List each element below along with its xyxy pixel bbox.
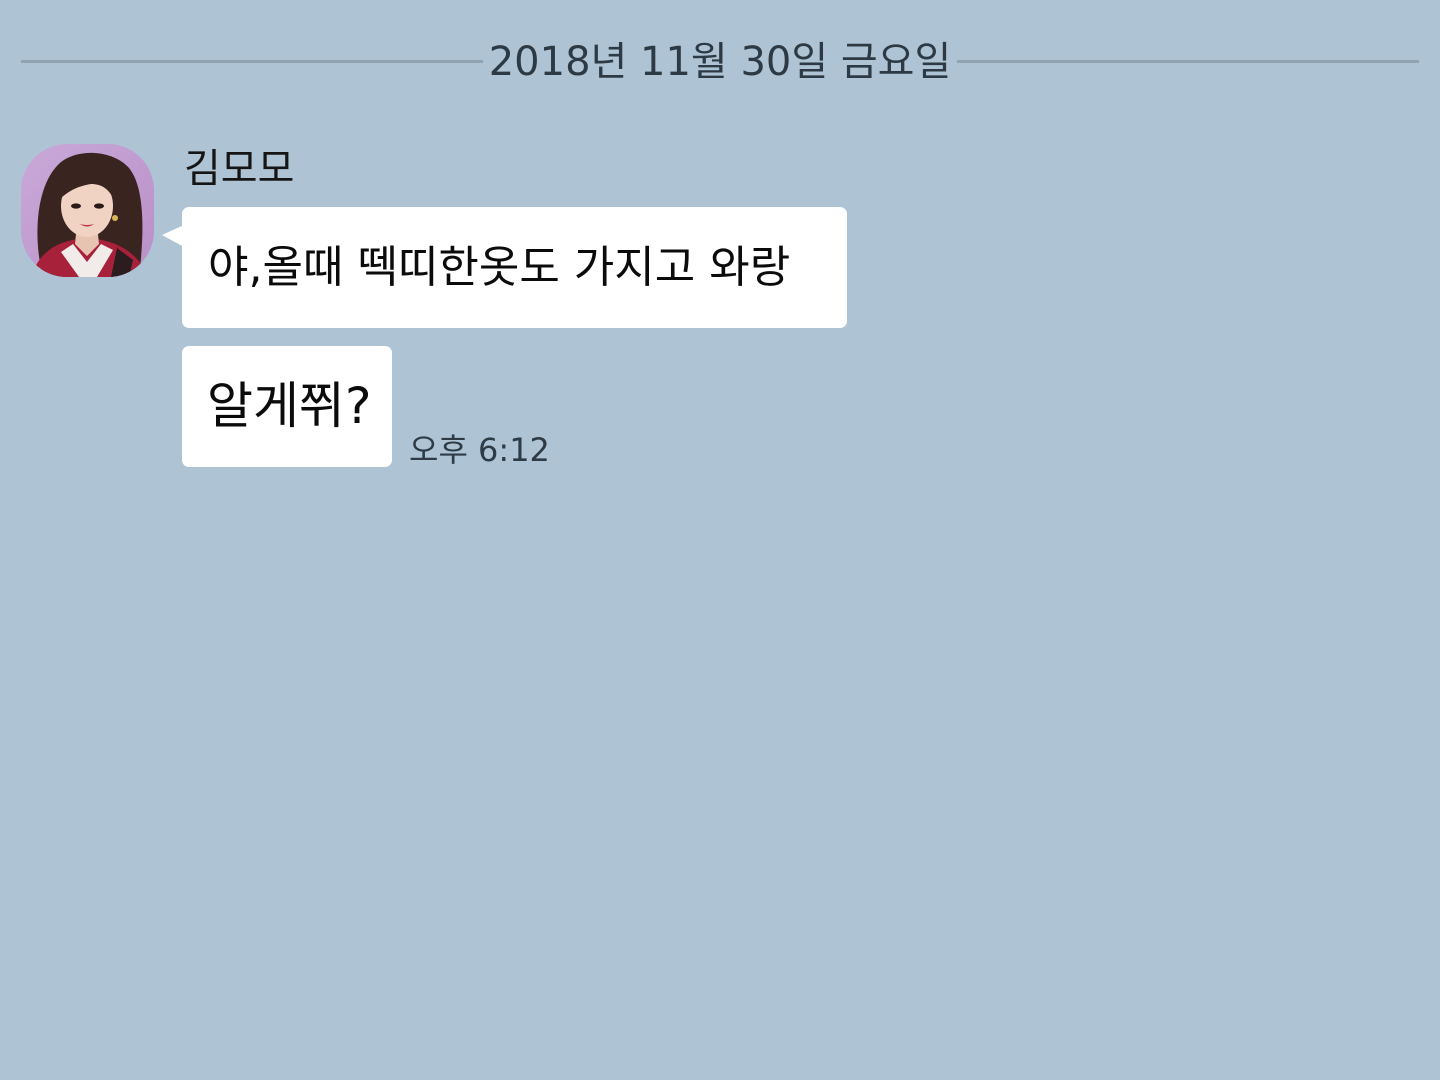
- date-divider-line-left: [21, 60, 483, 63]
- sender-name: 김모모: [184, 146, 295, 192]
- message-timestamp: 오후 6:12: [409, 431, 550, 469]
- date-divider-text: 2018년 11월 30일 금요일: [488, 39, 952, 85]
- message-text: 알게쮜?: [207, 377, 372, 435]
- message-text: 야,올때 떽띠한옷도 가지고 와랑: [208, 242, 791, 293]
- avatar-photo-icon: [21, 144, 154, 277]
- message-bubble[interactable]: 알게쮜?: [182, 346, 392, 467]
- date-divider: 2018년 11월 30일 금요일: [0, 36, 1440, 88]
- sender-avatar[interactable]: [21, 144, 154, 277]
- date-divider-line-right: [957, 60, 1419, 63]
- bubble-tail: [162, 225, 184, 247]
- message-bubble[interactable]: 야,올때 떽띠한옷도 가지고 와랑: [162, 207, 847, 328]
